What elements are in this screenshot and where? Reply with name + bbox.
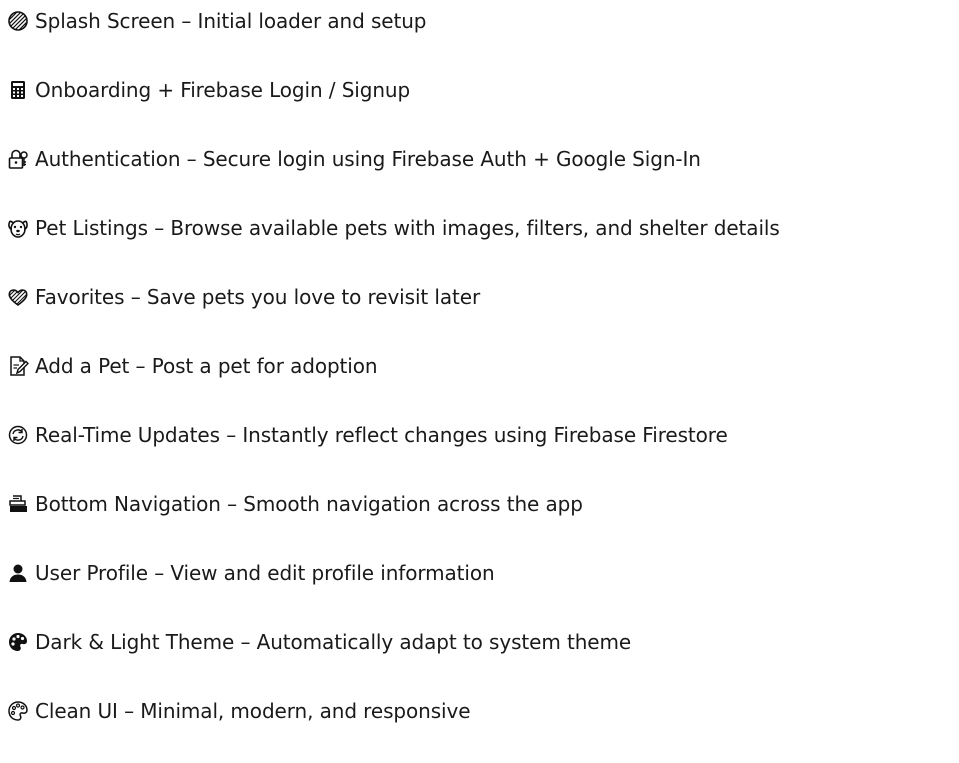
- list-item: Pet Listings – Browse available pets wit…: [6, 211, 956, 245]
- user-silhouette-icon: [6, 561, 30, 585]
- hatched-circle-icon: [6, 9, 30, 33]
- heart-icon: [6, 285, 30, 309]
- dog-face-icon: [6, 216, 30, 240]
- calculator-icon: [6, 78, 30, 102]
- feature-list: Splash Screen – Initial loader and setup…: [6, 4, 956, 763]
- list-item: Favorites – Save pets you love to revisi…: [6, 280, 956, 314]
- list-item: Onboarding + Firebase Login / Signup: [6, 73, 956, 107]
- feature-text: Authentication – Secure login using Fire…: [35, 147, 701, 171]
- feature-text: Pet Listings – Browse available pets wit…: [35, 216, 780, 240]
- feature-text: Splash Screen – Initial loader and setup: [35, 9, 427, 33]
- lock-with-key-icon: [6, 147, 30, 171]
- list-item: Splash Screen – Initial loader and setup: [6, 4, 956, 38]
- feature-text: Add a Pet – Post a pet for adoption: [35, 354, 378, 378]
- feature-text: Clean UI – Minimal, modern, and responsi…: [35, 699, 471, 723]
- list-item: Real-Time Updates – Instantly reflect ch…: [6, 418, 956, 452]
- memo-pencil-icon: [6, 354, 30, 378]
- feature-text: Favorites – Save pets you love to revisi…: [35, 285, 481, 309]
- palette-icon: [6, 699, 30, 723]
- feature-text: Onboarding + Firebase Login / Signup: [35, 78, 411, 102]
- list-item: Add a Pet – Post a pet for adoption: [6, 349, 956, 383]
- feature-text: Bottom Navigation – Smooth navigation ac…: [35, 492, 583, 516]
- navigation-stack-icon: [6, 492, 30, 516]
- refresh-arrows-icon: [6, 423, 30, 447]
- feature-text: User Profile – View and edit profile inf…: [35, 561, 495, 585]
- list-item: Dark & Light Theme – Automatically adapt…: [6, 625, 956, 659]
- feature-text: Dark & Light Theme – Automatically adapt…: [35, 630, 632, 654]
- list-item: Bottom Navigation – Smooth navigation ac…: [6, 487, 956, 521]
- theme-palette-dark-icon: [6, 630, 30, 654]
- list-item: Authentication – Secure login using Fire…: [6, 142, 956, 176]
- list-item: Clean UI – Minimal, modern, and responsi…: [6, 694, 956, 728]
- list-item: User Profile – View and edit profile inf…: [6, 556, 956, 590]
- feature-text: Real-Time Updates – Instantly reflect ch…: [35, 423, 728, 447]
